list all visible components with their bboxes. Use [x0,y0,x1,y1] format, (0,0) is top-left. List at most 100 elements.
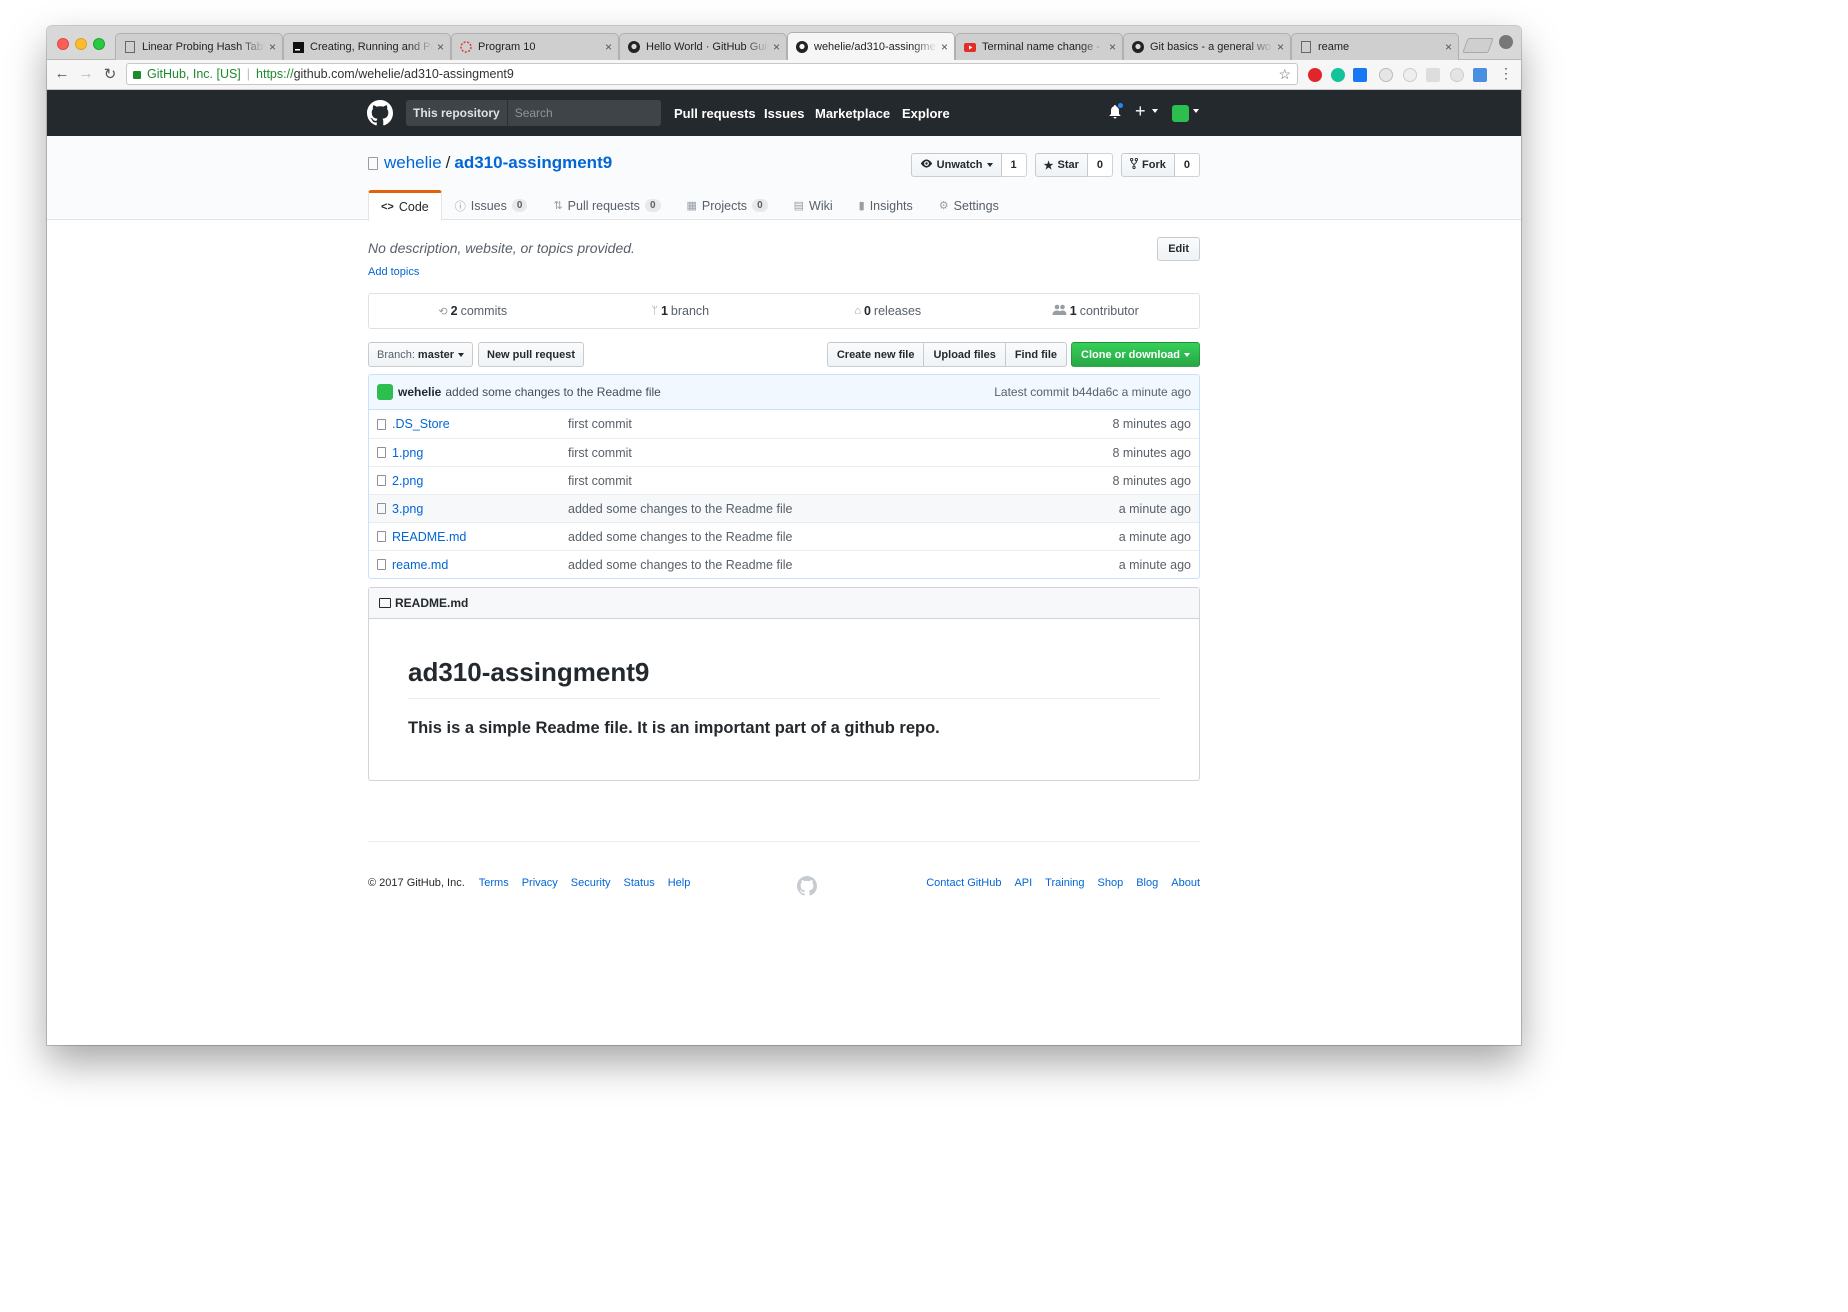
file-commit-message[interactable]: added some changes to the Readme file [568,530,1119,544]
back-arrow-icon[interactable]: ← [53,65,71,82]
people-icon [1052,304,1067,318]
upload-files-button[interactable]: Upload files [923,342,1006,367]
file-row: 3.png added some changes to the Readme f… [369,494,1199,522]
document-icon [124,41,136,53]
file-row: .DS_Store first commit 8 minutes ago [369,410,1199,438]
chevron-down-icon [458,352,464,357]
file-navigation: Branch: master New pull request Create n… [368,342,1200,368]
latest-commit-bar: wehelie added some changes to the Readme… [368,374,1200,410]
footer-link-training[interactable]: Training [1045,877,1084,889]
profile-icon[interactable] [1499,35,1513,49]
contributor-summary[interactable]: 1 contributor [992,294,1200,328]
close-window-button[interactable] [57,38,69,50]
circle-extension-icon[interactable] [1379,68,1393,82]
file-list: .DS_Store first commit 8 minutes ago 1.p… [368,410,1200,579]
commits-summary[interactable]: ⟲ 2 commits [369,294,577,328]
commits-label: commits [460,304,508,318]
footer-link-shop[interactable]: Shop [1098,877,1124,889]
file-name-link[interactable]: 1.png [392,446,568,460]
file-age: a minute ago [1118,529,1191,544]
readme-file-label: README.md [395,596,469,610]
file-icon [377,531,386,542]
grammarly-extension-icon[interactable] [1331,68,1345,82]
omnibox-divider: | [246,67,251,81]
reload-icon[interactable]: ↻ [101,65,119,83]
window-extension-icon[interactable] [1473,68,1487,82]
file-name-link[interactable]: .DS_Store [392,417,568,431]
github-mark-icon[interactable] [797,876,817,896]
facebook-extension-icon[interactable] [1353,68,1367,82]
browser-menu-icon[interactable]: ⋮ [1497,65,1515,82]
file-commit-message[interactable]: first commit [568,417,1112,431]
repo-summary: ⟲ 2 commits ᛘ 1 branch ⌂ 0 releases 1 co… [368,293,1200,329]
file-name-link[interactable]: 3.png [392,502,568,516]
latest-commit-info[interactable]: Latest commit b44da6c a minute ago [994,385,1191,399]
footer-link-contact[interactable]: Contact GitHub [926,877,1001,889]
branch-select-button[interactable]: Branch: master [368,342,473,367]
branch-prefix: Branch: [377,348,415,361]
file-age: a minute ago [1118,557,1191,572]
commits-count: 2 [450,304,458,318]
history-icon: ⟲ [438,305,448,318]
browser-tab-8[interactable]: reame × [1291,33,1459,60]
pocket-extension-icon[interactable] [1450,68,1464,82]
minimize-window-button[interactable] [75,38,87,50]
tab-title: Linear Probing Hash Table [142,41,265,53]
file-row: README.md added some changes to the Read… [369,522,1199,550]
file-actions: Create new file Upload files Find file C… [826,342,1200,367]
url-scheme: https:// [256,67,294,81]
clone-or-download-button[interactable]: Clone or download [1071,342,1200,367]
tab-close-icon[interactable]: × [1445,40,1452,54]
clone-label: Clone or download [1081,348,1180,361]
file-name-link[interactable]: reame.md [392,558,568,572]
footer-link-about[interactable]: About [1171,877,1200,889]
hand-extension-icon[interactable] [1426,68,1440,82]
branch-label: branch [670,304,710,318]
file-age: 8 minutes ago [1112,417,1191,431]
file-name-link[interactable]: README.md [392,530,568,544]
lock-icon [133,71,141,79]
repo-content: No description, website, or topics provi… [368,26,1200,1045]
footer-link-blog[interactable]: Blog [1136,877,1158,889]
repo-description: No description, website, or topics provi… [368,240,635,256]
file-commit-message[interactable]: added some changes to the Readme file [568,558,1119,572]
security-label: GitHub, Inc. [US] [147,67,241,81]
commit-author-link[interactable]: wehelie [398,385,441,399]
file-age: 8 minutes ago [1112,473,1191,488]
tab-close-icon[interactable]: × [1277,40,1284,54]
new-pull-request-button[interactable]: New pull request [478,342,585,367]
find-file-button[interactable]: Find file [1004,342,1067,367]
new-tab-button[interactable] [1462,38,1494,53]
releases-summary[interactable]: ⌂ 0 releases [784,294,992,328]
footer-link-status[interactable]: Status [624,877,655,889]
file-commit-message[interactable]: added some changes to the Readme file [568,502,1119,516]
edit-description-button[interactable]: Edit [1157,237,1200,261]
opera-extension-icon[interactable] [1308,68,1322,82]
add-topics-link[interactable]: Add topics [368,266,419,278]
footer-link-security[interactable]: Security [571,877,611,889]
file-age: a minute ago [1118,501,1191,516]
file-commit-message[interactable]: first commit [568,446,1112,460]
footer-link-terms[interactable]: Terms [479,877,509,889]
jetbrains-icon [292,41,304,53]
file-icon [377,418,386,430]
branch-summary[interactable]: ᛘ 1 branch [577,294,785,328]
file-icon [377,559,386,570]
file-name-link[interactable]: 2.png [392,474,568,488]
branch-count: 1 [660,304,668,318]
footer-link-privacy[interactable]: Privacy [522,877,558,889]
commit-message-link[interactable]: added some changes to the Readme file [445,385,660,399]
bookmark-star-icon[interactable]: ☆ [1278,66,1291,83]
readme-header: README.md [369,588,1199,619]
forward-arrow-icon[interactable]: → [77,65,95,82]
tab-close-icon[interactable]: × [269,40,276,54]
readme-heading: ad310-assingment9 [408,657,1160,699]
create-new-file-button[interactable]: Create new file [826,342,925,367]
zoom-window-button[interactable] [93,38,105,50]
footer-link-api[interactable]: API [1014,877,1032,889]
footer-link-help[interactable]: Help [668,877,691,889]
file-commit-message[interactable]: first commit [568,474,1112,488]
shield-extension-icon[interactable] [1403,68,1417,82]
browser-tab-1[interactable]: Linear Probing Hash Table × [115,33,283,60]
avatar[interactable] [377,384,393,400]
